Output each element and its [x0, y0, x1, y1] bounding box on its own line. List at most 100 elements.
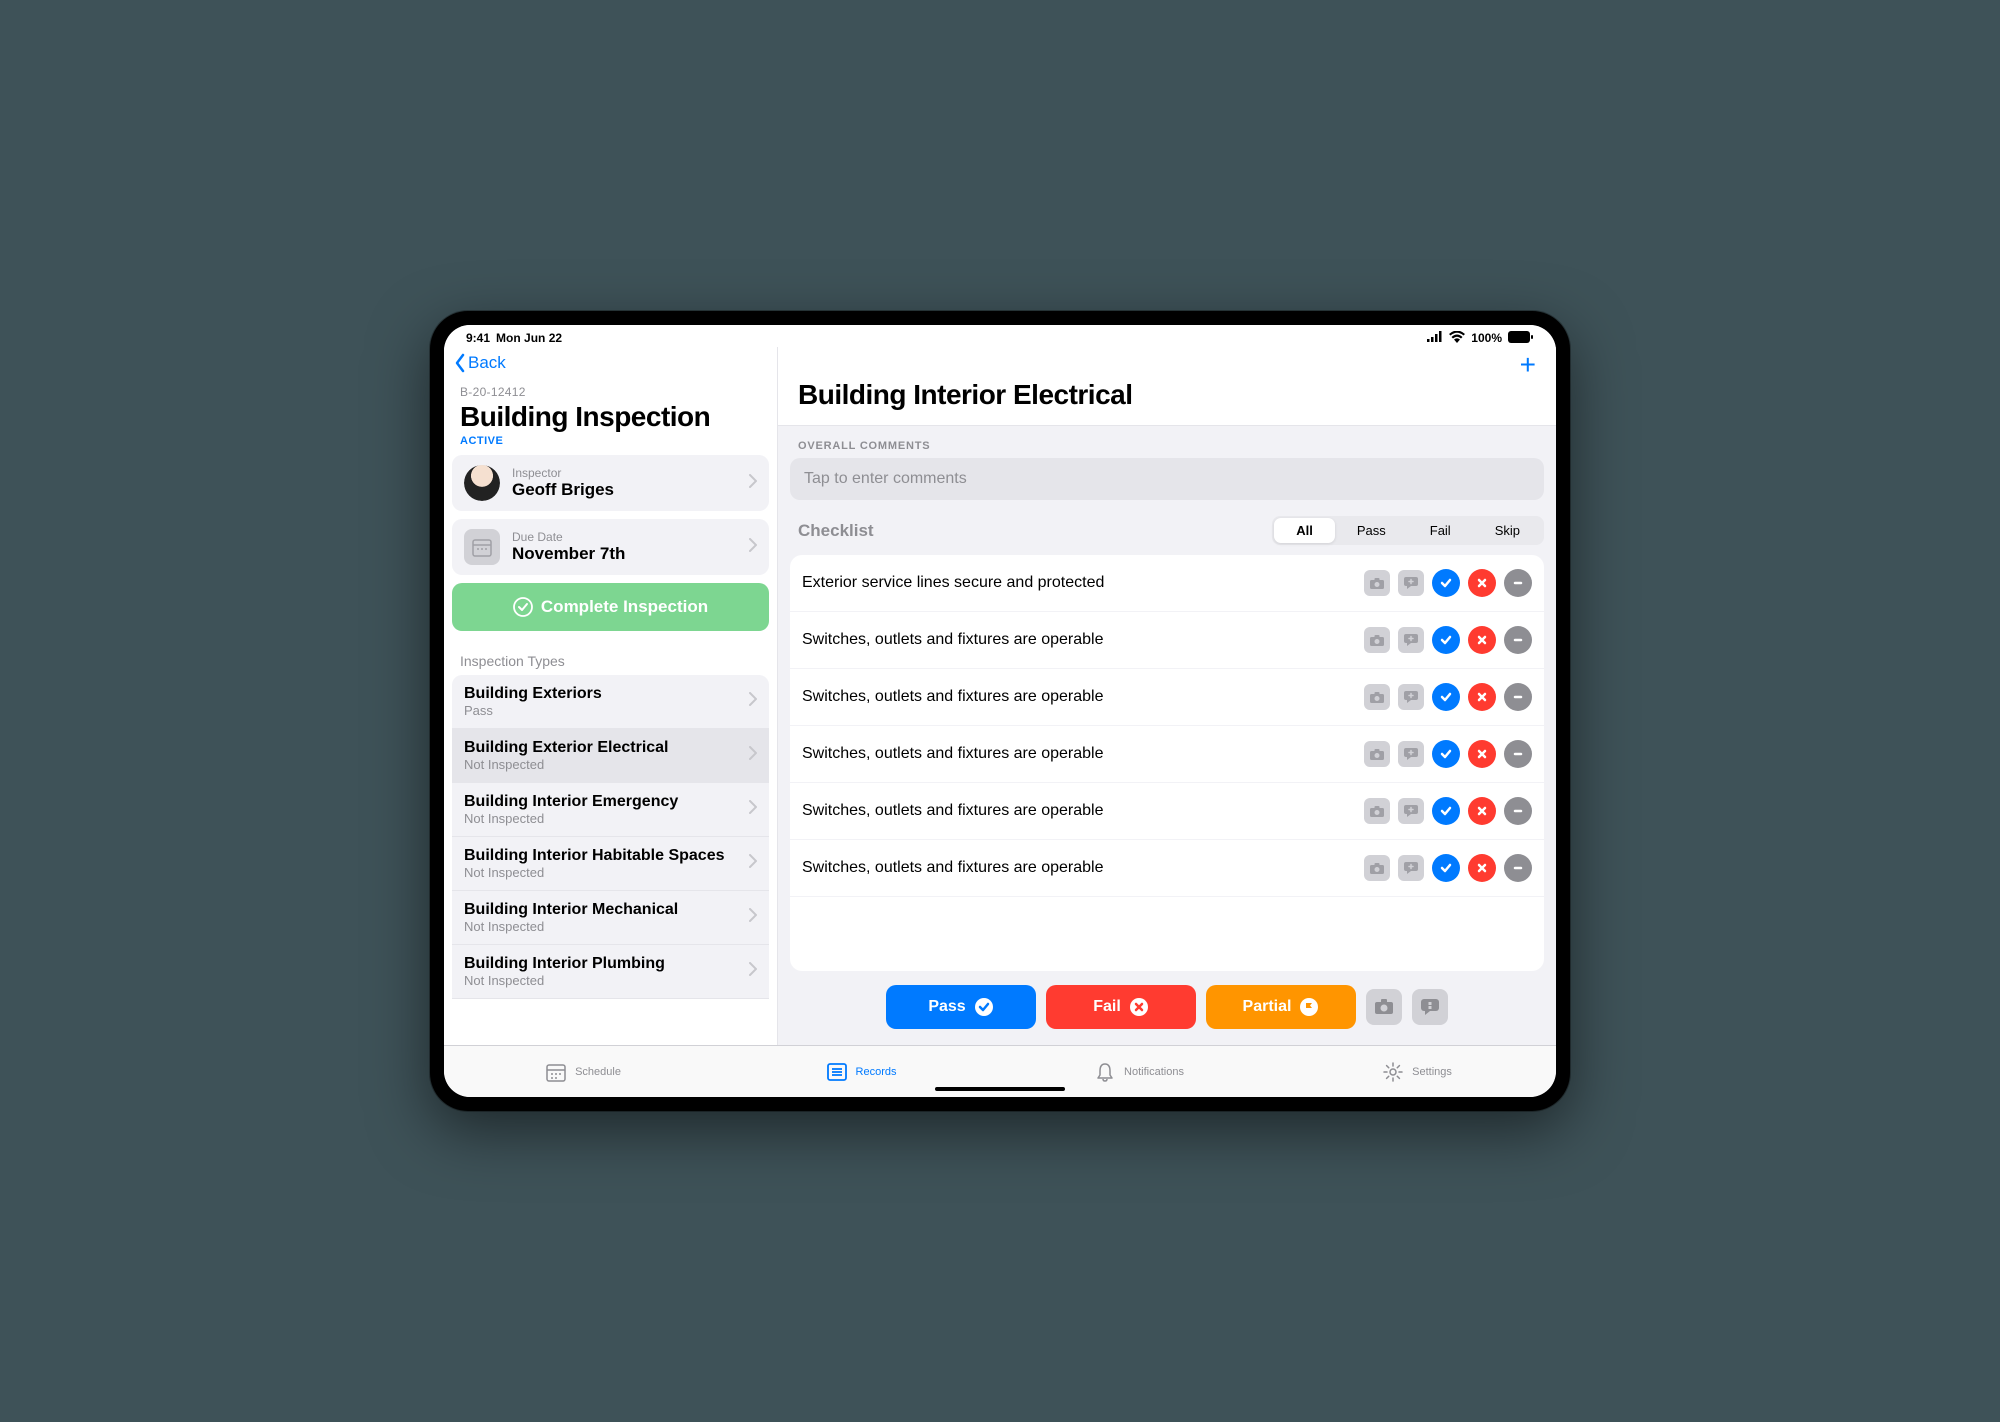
inspection-type-item[interactable]: Building ExteriorsPass	[452, 675, 769, 729]
type-name: Building Exterior Electrical	[464, 739, 749, 757]
main-title: Building Interior Electrical	[798, 379, 1536, 425]
chevron-right-icon	[749, 692, 757, 711]
inspection-type-item[interactable]: Building Interior MechanicalNot Inspecte…	[452, 891, 769, 945]
type-status: Not Inspected	[464, 865, 749, 880]
checklist-row: Switches, outlets and fixtures are opera…	[790, 726, 1544, 783]
tab-settings[interactable]: Settings	[1278, 1046, 1556, 1097]
filter-skip[interactable]: Skip	[1473, 518, 1542, 543]
add-comment-icon[interactable]	[1398, 684, 1424, 710]
skip-icon[interactable]	[1504, 797, 1532, 825]
inspection-type-item[interactable]: Building Interior PlumbingNot Inspected	[452, 945, 769, 999]
camera-icon[interactable]	[1364, 741, 1390, 767]
skip-icon[interactable]	[1504, 683, 1532, 711]
fail-icon[interactable]	[1468, 683, 1496, 711]
chevron-right-icon	[749, 854, 757, 873]
inspection-type-item[interactable]: Building Exterior ElectricalNot Inspecte…	[452, 729, 769, 783]
fail-icon[interactable]	[1468, 626, 1496, 654]
due-value: November 7th	[512, 544, 625, 564]
tab-schedule[interactable]: Schedule	[444, 1046, 722, 1097]
type-status: Not Inspected	[464, 757, 749, 772]
add-button[interactable]: +	[1520, 351, 1536, 379]
add-comment-icon[interactable]	[1398, 855, 1424, 881]
fail-icon[interactable]	[1468, 740, 1496, 768]
camera-icon[interactable]	[1364, 570, 1390, 596]
chevron-right-icon	[749, 474, 757, 493]
cellular-icon	[1427, 331, 1443, 345]
inspector-name: Geoff Briges	[512, 480, 614, 500]
type-name: Building Interior Emergency	[464, 793, 749, 811]
back-button[interactable]: Back	[444, 347, 777, 379]
chevron-right-icon	[749, 800, 757, 819]
type-name: Building Interior Mechanical	[464, 901, 749, 919]
overall-comments-label: OVERALL COMMENTS	[778, 426, 1556, 458]
type-name: Building Interior Plumbing	[464, 955, 749, 973]
pass-icon[interactable]	[1432, 683, 1460, 711]
status-bar: 9:41 Mon Jun 22 100%	[444, 325, 1556, 347]
chevron-left-icon	[454, 353, 466, 373]
fail-icon[interactable]	[1468, 569, 1496, 597]
tab-label: Settings	[1412, 1066, 1452, 1078]
chevron-right-icon	[749, 908, 757, 927]
filter-segmented-control: AllPassFailSkip	[1272, 516, 1544, 545]
inspector-card[interactable]: Inspector Geoff Briges	[452, 455, 769, 511]
gear-icon	[1382, 1061, 1404, 1083]
back-label: Back	[468, 353, 506, 373]
comment-button[interactable]	[1412, 989, 1448, 1025]
type-status: Not Inspected	[464, 811, 749, 826]
tab-label: Records	[856, 1066, 897, 1078]
type-name: Building Exteriors	[464, 685, 749, 703]
filter-fail[interactable]: Fail	[1408, 518, 1473, 543]
type-name: Building Interior Habitable Spaces	[464, 847, 749, 865]
action-bar: Pass Fail Partial	[778, 971, 1556, 1045]
filter-all[interactable]: All	[1274, 518, 1335, 543]
check-circle-icon	[513, 597, 533, 617]
checklist: Exterior service lines secure and protec…	[790, 555, 1544, 971]
checklist-item-text: Switches, outlets and fixtures are opera…	[802, 802, 1356, 820]
camera-button[interactable]	[1366, 989, 1402, 1025]
partial-button[interactable]: Partial	[1206, 985, 1356, 1029]
pass-icon[interactable]	[1432, 740, 1460, 768]
inspection-type-item[interactable]: Building Interior EmergencyNot Inspected	[452, 783, 769, 837]
wifi-icon	[1449, 331, 1465, 346]
checklist-item-text: Switches, outlets and fixtures are opera…	[802, 745, 1356, 763]
add-comment-icon[interactable]	[1398, 627, 1424, 653]
skip-icon[interactable]	[1504, 626, 1532, 654]
list-icon	[826, 1061, 848, 1083]
skip-icon[interactable]	[1504, 854, 1532, 882]
pass-icon[interactable]	[1432, 854, 1460, 882]
camera-icon[interactable]	[1364, 855, 1390, 881]
fail-button[interactable]: Fail	[1046, 985, 1196, 1029]
due-date-card[interactable]: Due Date November 7th	[452, 519, 769, 575]
skip-icon[interactable]	[1504, 740, 1532, 768]
flag-circle-icon	[1299, 997, 1319, 1017]
skip-icon[interactable]	[1504, 569, 1532, 597]
checklist-row: Switches, outlets and fixtures are opera…	[790, 840, 1544, 897]
status-date: Mon Jun 22	[496, 331, 562, 345]
tab-label: Notifications	[1124, 1066, 1184, 1078]
inspection-type-item[interactable]: Building Interior Habitable SpacesNot In…	[452, 837, 769, 891]
fail-icon[interactable]	[1468, 797, 1496, 825]
x-circle-icon	[1129, 997, 1149, 1017]
inspection-type-list: Building ExteriorsPassBuilding Exterior …	[444, 675, 777, 1045]
due-label: Due Date	[512, 530, 625, 544]
add-comment-icon[interactable]	[1398, 570, 1424, 596]
complete-inspection-button[interactable]: Complete Inspection	[452, 583, 769, 631]
pass-button[interactable]: Pass	[886, 985, 1036, 1029]
add-comment-icon[interactable]	[1398, 741, 1424, 767]
checklist-row: Switches, outlets and fixtures are opera…	[790, 669, 1544, 726]
case-id: B-20-12412	[460, 385, 761, 399]
camera-icon[interactable]	[1364, 684, 1390, 710]
camera-icon[interactable]	[1364, 798, 1390, 824]
add-comment-icon[interactable]	[1398, 798, 1424, 824]
pass-icon[interactable]	[1432, 569, 1460, 597]
pass-icon[interactable]	[1432, 797, 1460, 825]
camera-icon[interactable]	[1364, 627, 1390, 653]
filter-pass[interactable]: Pass	[1335, 518, 1408, 543]
pass-label: Pass	[928, 998, 965, 1016]
comment-input[interactable]: Tap to enter comments	[790, 458, 1544, 500]
pass-icon[interactable]	[1432, 626, 1460, 654]
partial-label: Partial	[1243, 998, 1292, 1016]
battery-icon	[1508, 331, 1534, 346]
tab-label: Schedule	[575, 1066, 621, 1078]
fail-icon[interactable]	[1468, 854, 1496, 882]
